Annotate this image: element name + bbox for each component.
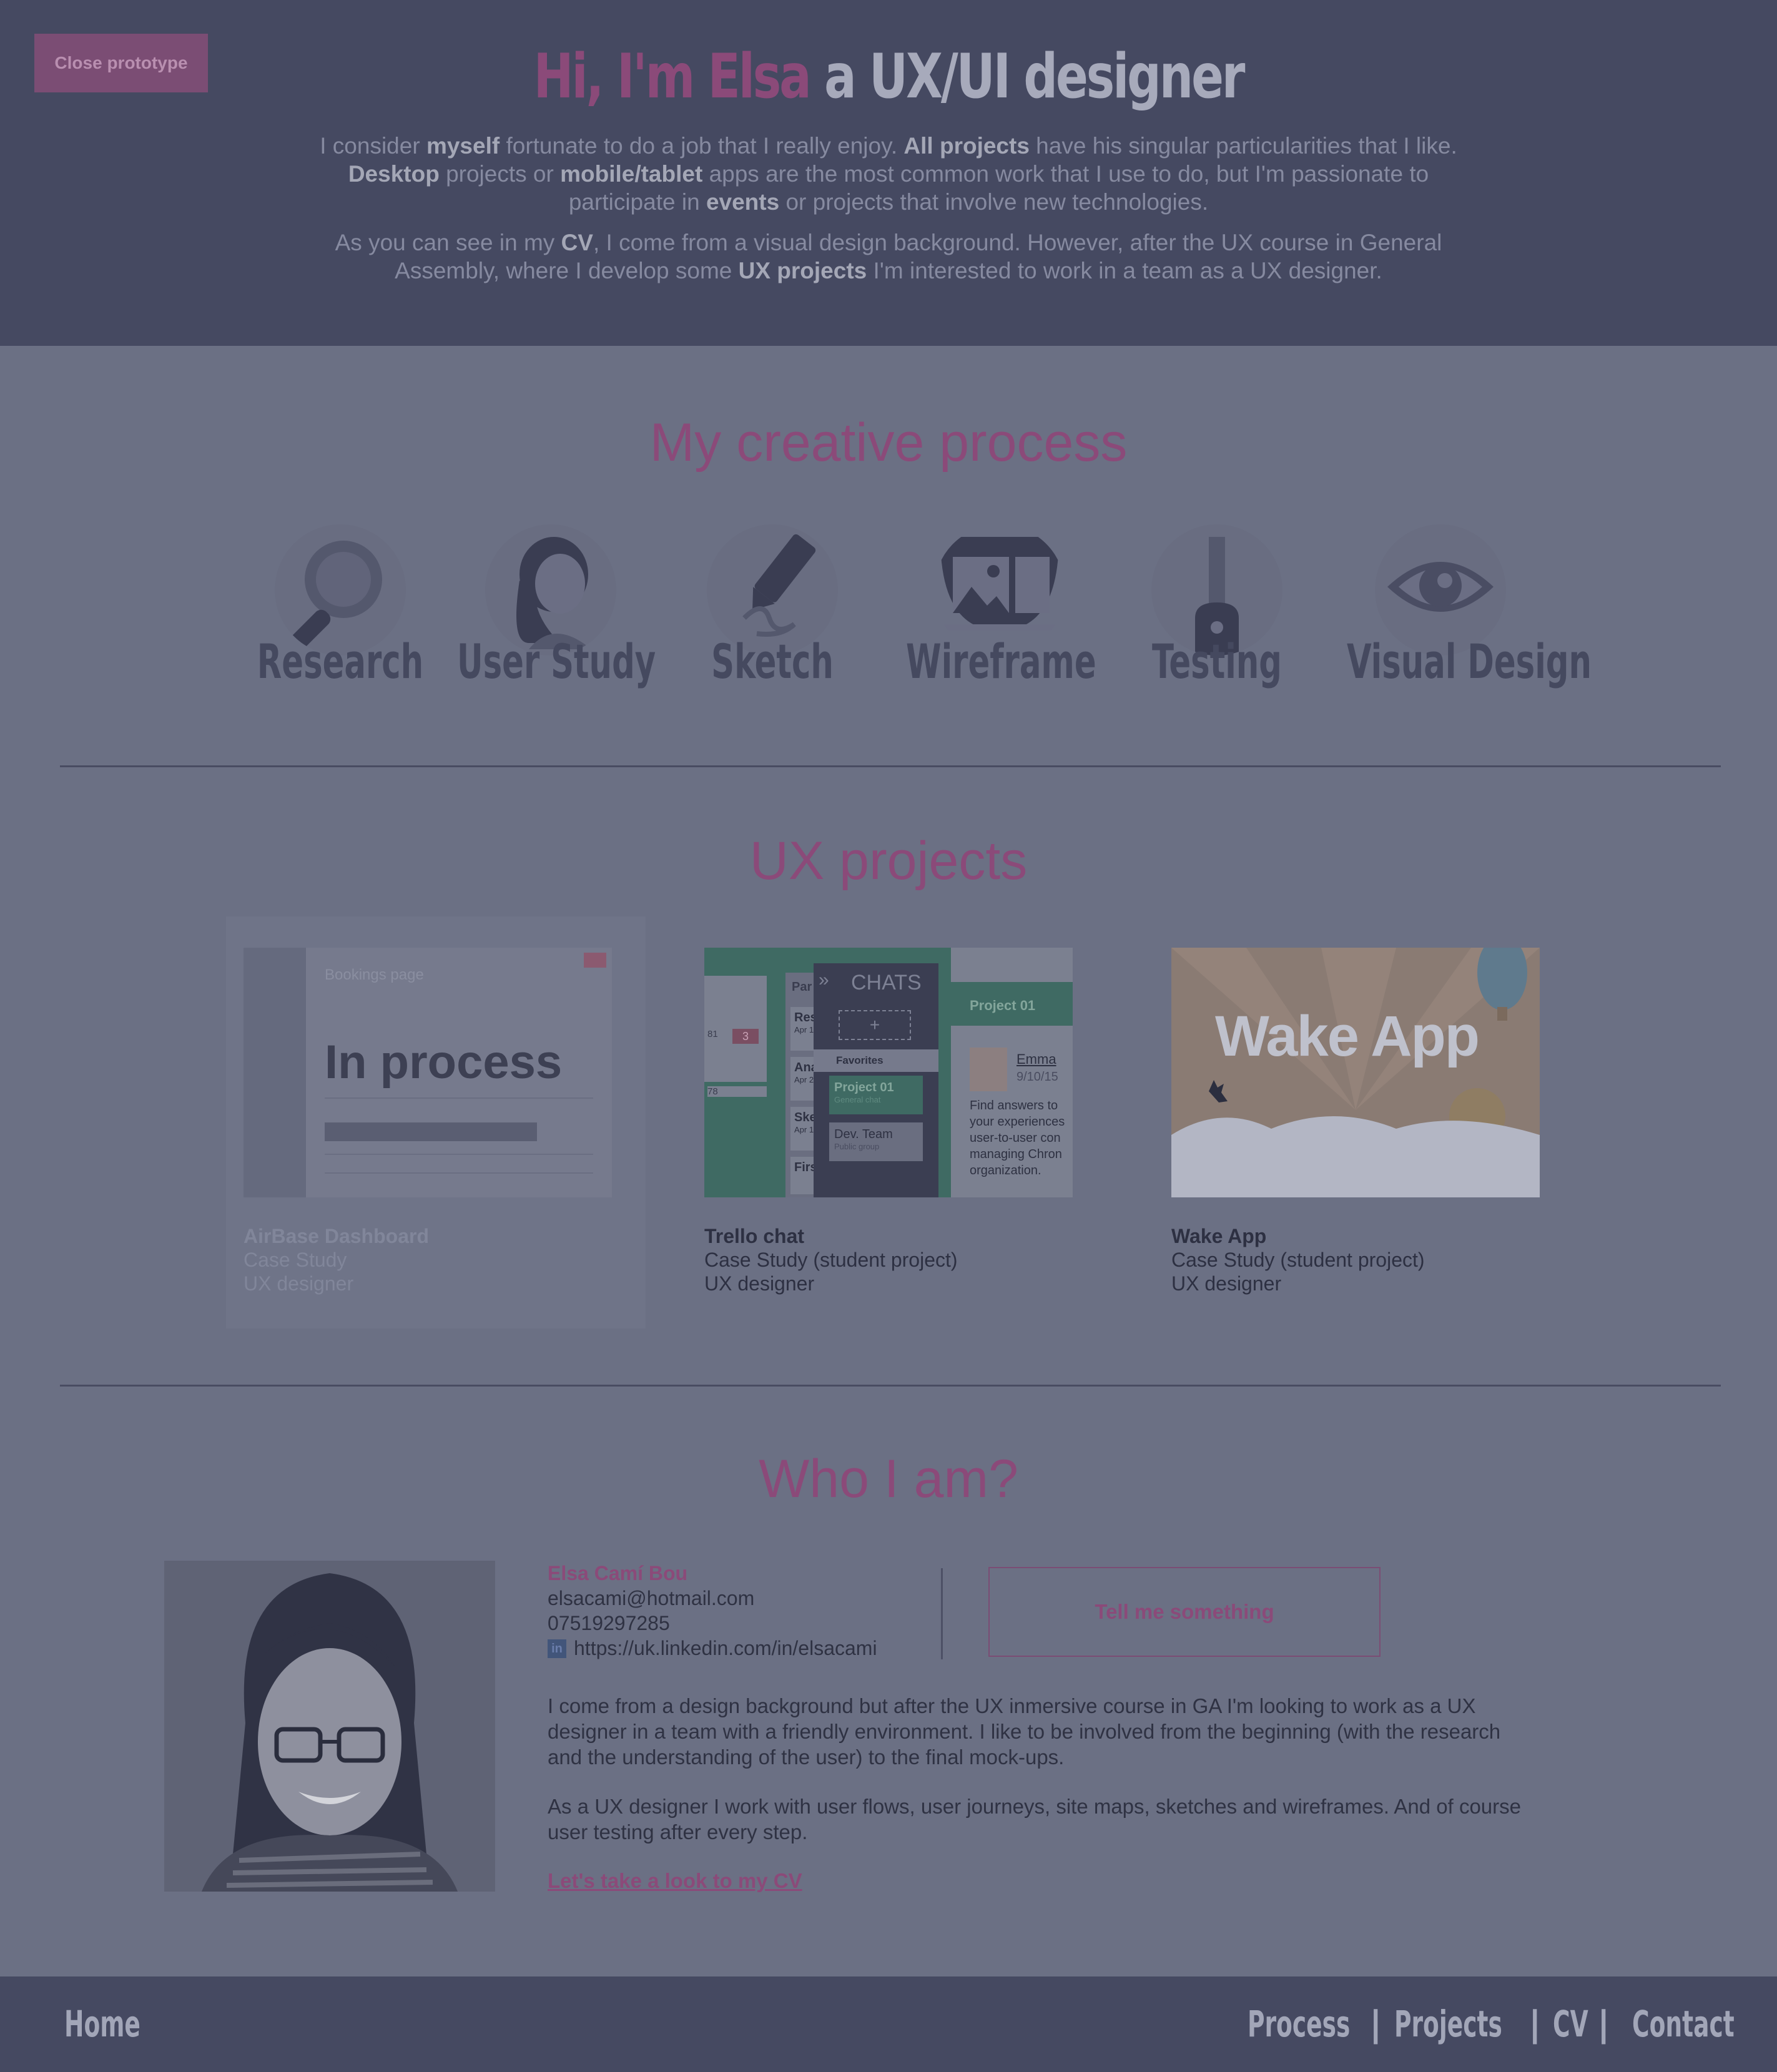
- notification-badge: 3: [732, 1029, 759, 1044]
- collapse-icon: »: [819, 970, 829, 990]
- nav-cv[interactable]: CV: [1553, 2003, 1588, 2045]
- project-title: Wake App: [1171, 1225, 1267, 1247]
- chat-group-item: Project 01 General chat: [829, 1076, 923, 1114]
- project-thumbnail: 3 81 78 Par Rese Apr 16 Anal Apr 23 Skec Ap…: [704, 948, 1073, 1197]
- cv-link[interactable]: Let's take a look to my CV: [548, 1869, 802, 1893]
- intro-emphasis: CV: [561, 230, 593, 255]
- intro-paragraph-1: I consider myself fortunate to do a job …: [293, 132, 1484, 216]
- intro-text: have his singular particularities that I…: [1029, 133, 1457, 159]
- side-number: 78: [707, 1086, 767, 1097]
- intro-emphasis: UX projects: [738, 258, 867, 283]
- nav-separator: |: [1528, 2004, 1542, 2045]
- contact-divider: [941, 1568, 943, 1659]
- process-step-wireframe: Wireframe: [906, 634, 1096, 689]
- intro-text: projects or: [439, 161, 561, 187]
- nav-separator: |: [1369, 2004, 1382, 2045]
- avatar: [970, 1048, 1007, 1091]
- nav-process[interactable]: Process: [1248, 2003, 1350, 2045]
- project-card-trello-chat[interactable]: 3 81 78 Par Rese Apr 16 Anal Apr 23 Skec Ap…: [704, 948, 1073, 1297]
- intro-text: As you can see in my: [335, 230, 561, 255]
- nav-separator: |: [1597, 2004, 1610, 2045]
- add-icon: +: [839, 1010, 911, 1040]
- profile-photo: [164, 1561, 495, 1892]
- bio-paragraph-1: I come from a design background but afte…: [548, 1694, 1501, 1769]
- project-title: AirBase Dashboard: [244, 1225, 429, 1247]
- nav-projects[interactable]: Projects: [1394, 2003, 1502, 2045]
- intro-emphasis: events: [706, 189, 780, 215]
- wake-app-logo: Wake App: [1215, 1004, 1480, 1068]
- project-type: Case Study: [244, 1249, 347, 1271]
- hero-title-role: a UX/UI designer: [809, 41, 1245, 112]
- thumbnail-caption: Bookings page: [325, 966, 424, 983]
- intro-emphasis: myself: [426, 133, 500, 159]
- project-role: UX designer: [244, 1272, 354, 1295]
- project-role: UX designer: [1171, 1272, 1282, 1295]
- close-prototype-button[interactable]: Close prototype: [34, 34, 208, 92]
- bio-paragraph-2: As a UX designer I work with user flows,…: [548, 1795, 1521, 1844]
- project-type: Case Study (student project): [1171, 1249, 1425, 1271]
- chats-panel: » CHATS + Favorites Project 01 General c…: [814, 963, 938, 1197]
- project-thumbnail: Bookings page In process: [244, 948, 612, 1197]
- intro-emphasis: mobile/tablet: [560, 161, 703, 187]
- intro-text: fortunate to do a job that I really enjo…: [500, 133, 904, 159]
- chat-group-item: Dev. Team Public group: [829, 1122, 923, 1161]
- chats-heading: CHATS: [851, 971, 922, 994]
- hero-title-name: Hi, I'm Elsa: [533, 41, 812, 112]
- project-type: Case Study (student project): [704, 1249, 958, 1271]
- intro-text: or projects that involve new technologie…: [779, 189, 1209, 215]
- project-role: UX designer: [704, 1272, 815, 1295]
- intro-emphasis: Desktop: [348, 161, 440, 187]
- contact-name: Elsa Camí Bou: [548, 1562, 688, 1584]
- project-card-wake-app[interactable]: Wake App Wake App Case Study (student pr…: [1171, 948, 1540, 1297]
- process-step-user-study: User Study: [457, 634, 656, 689]
- process-title: My creative process: [649, 413, 1128, 473]
- intro-paragraph-2: As you can see in my CV, I come from a v…: [293, 228, 1484, 285]
- nav-home[interactable]: Home: [64, 2003, 140, 2045]
- about-title: Who I am?: [759, 1449, 1018, 1509]
- section-divider: [60, 765, 1721, 767]
- contact-phone[interactable]: 07519297285: [548, 1612, 670, 1635]
- tell-me-something-button[interactable]: Tell me something: [988, 1567, 1381, 1657]
- side-number: 81: [707, 1029, 718, 1039]
- project-title: Trello chat: [704, 1225, 805, 1247]
- linkedin-url[interactable]: https://uk.linkedin.com/in/elsacami: [574, 1637, 877, 1660]
- process-step-research: Research: [257, 634, 424, 689]
- intro-emphasis: All projects: [903, 133, 1030, 159]
- contact-linkedin[interactable]: in https://uk.linkedin.com/in/elsacami: [548, 1637, 877, 1660]
- process-step-testing: Testing: [1151, 634, 1282, 689]
- contact-email[interactable]: elsacami@hotmail.com: [548, 1587, 754, 1610]
- linkedin-icon: in: [548, 1639, 566, 1658]
- conversation-panel: Project 01 Emma 9/10/15 Find answers to …: [951, 948, 1073, 1197]
- project-card-airbase[interactable]: Bookings page In process AirBase Dashboa…: [226, 916, 646, 1328]
- hero-title: Hi, I'm Elsa a UX/UI designer: [195, 41, 1582, 112]
- section-divider: [60, 1385, 1721, 1387]
- intro-text: I consider: [320, 133, 426, 159]
- nav-contact[interactable]: Contact: [1632, 2003, 1735, 2045]
- in-process-label: In process: [325, 1036, 563, 1089]
- footer-nav: [0, 1976, 1777, 2072]
- process-step-visual-design: Visual Design: [1347, 634, 1592, 689]
- favorites-dropdown: Favorites: [814, 1049, 938, 1072]
- project-thumbnail: Wake App: [1171, 948, 1540, 1197]
- process-step-sketch: Sketch: [711, 634, 834, 689]
- intro-text: I'm interested to work in a team as a UX…: [867, 258, 1382, 283]
- list-header: Par: [792, 980, 812, 994]
- projects-title: UX projects: [749, 831, 1028, 891]
